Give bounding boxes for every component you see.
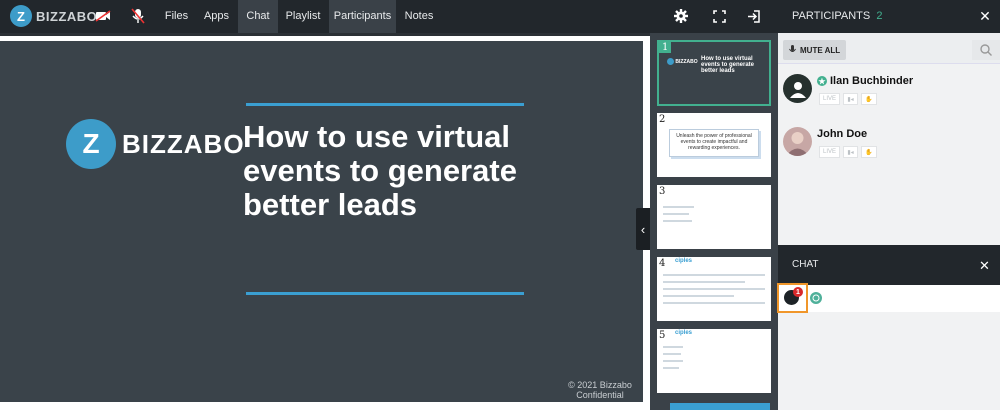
thumbnail-number: 2	[659, 114, 666, 125]
thumbnail-content	[663, 341, 765, 374]
slide-footer-copyright: © 2021 Bizzabo	[568, 380, 632, 390]
thumbnail-1[interactable]: 1 BIZZABO How to use virtual events to g…	[657, 40, 771, 106]
thumbnail-2[interactable]: 2 Unleash the power of professional even…	[657, 113, 771, 177]
slide-title: How to use virtual events to generate be…	[243, 119, 517, 222]
app-logo: Z BIZZABO	[10, 5, 97, 27]
live-button[interactable]: LIVE	[819, 146, 841, 158]
slide-footer: © 2021 Bizzabo Confidential	[560, 380, 640, 400]
mute-all-button[interactable]: MUTE ALL	[783, 40, 847, 60]
nav-playlist[interactable]: Playlist	[280, 0, 326, 33]
participants-count: 2	[876, 10, 883, 22]
thumbnail-title: How to use virtual events to generate be…	[701, 56, 755, 74]
slide-footer-confidential: Confidential	[576, 390, 624, 400]
mute-all-label: MUTE ALL	[800, 45, 841, 55]
chat-close-icon[interactable]: ✕	[979, 258, 990, 274]
avatar	[783, 127, 812, 156]
nav-files[interactable]: Files	[160, 0, 193, 33]
camera-icon[interactable]: ▮◂	[843, 93, 859, 105]
smile-icon[interactable]	[810, 292, 822, 304]
fullscreen-icon[interactable]	[710, 8, 728, 24]
nav-notes[interactable]: Notes	[400, 0, 438, 33]
avatar	[783, 74, 812, 103]
hand-icon[interactable]: ✋	[861, 93, 877, 105]
chat-input[interactable]	[807, 285, 1000, 312]
chat-title: CHAT	[792, 259, 819, 270]
chevron-left-icon: ‹	[640, 221, 646, 237]
participants-title: PARTICIPANTS	[792, 10, 871, 22]
thumbnail-4[interactable]: 4 ciples	[657, 257, 771, 321]
thumbnail-number: 5	[659, 330, 666, 341]
search-icon	[980, 44, 992, 56]
participant-name-text: John Doe	[817, 128, 868, 140]
thumbnail-text: Unleash the power of professional events…	[669, 129, 759, 157]
participant-row[interactable]: ★ Ilan Buchbinder LIVE ▮◂ ✋	[783, 74, 993, 114]
thumbnail-content	[663, 269, 765, 309]
close-icon[interactable]: ✕	[976, 8, 994, 24]
thumbnail-number: 4	[659, 258, 666, 269]
nav-chat[interactable]: Chat	[238, 0, 278, 33]
gear-icon[interactable]	[672, 8, 690, 24]
mic-off-icon[interactable]	[129, 8, 147, 24]
host-star-icon: ★	[817, 76, 827, 86]
thumbnail-heading: ciples	[675, 258, 693, 264]
participant-name: John Doe	[817, 128, 867, 140]
mic-icon	[789, 45, 796, 52]
thumbnail-3[interactable]: 3	[657, 185, 771, 249]
slide-logo-text: BIZZABO	[122, 129, 245, 159]
thumbnail-number: 1	[659, 42, 672, 53]
slide-divider-bottom	[246, 292, 524, 295]
thumbnail-content	[663, 201, 765, 227]
nav-apps[interactable]: Apps	[199, 0, 234, 33]
thumbnail-5[interactable]: 5 ciples	[657, 329, 771, 393]
participant-name-text: Ilan Buchbinder	[830, 75, 914, 87]
participant-row[interactable]: John Doe LIVE ▮◂ ✋	[783, 127, 993, 167]
thumbnail-heading: ciples	[675, 330, 693, 336]
thumbnail-6-peek	[670, 403, 770, 410]
slide-divider-top	[246, 103, 524, 106]
logo-text: BIZZABO	[36, 8, 98, 24]
thumbnail-number: 3	[659, 186, 666, 197]
camera-icon[interactable]: ▮◂	[843, 146, 859, 158]
notification-badge: 1	[793, 287, 803, 297]
participant-controls: LIVE ▮◂ ✋	[819, 146, 877, 158]
thumbnail-logo: BIZZABO	[667, 58, 698, 65]
nav-participants[interactable]: Participants	[329, 0, 396, 33]
video-off-icon[interactable]	[94, 8, 112, 24]
participant-name: ★ Ilan Buchbinder	[817, 75, 913, 87]
logo-mark: Z	[10, 5, 32, 27]
search-button[interactable]	[972, 40, 1000, 60]
participant-controls: LIVE ▮◂ ✋	[819, 93, 877, 105]
slide-logo-mark: Z	[66, 119, 116, 169]
participants-header: PARTICIPANTS 2	[792, 0, 882, 33]
exit-icon[interactable]	[744, 8, 762, 24]
hand-icon[interactable]: ✋	[861, 146, 877, 158]
live-button[interactable]: LIVE	[819, 93, 841, 105]
thumbnail-logo-text: BIZZABO	[675, 58, 698, 65]
collapse-thumbnails-button[interactable]: ‹	[636, 208, 650, 250]
